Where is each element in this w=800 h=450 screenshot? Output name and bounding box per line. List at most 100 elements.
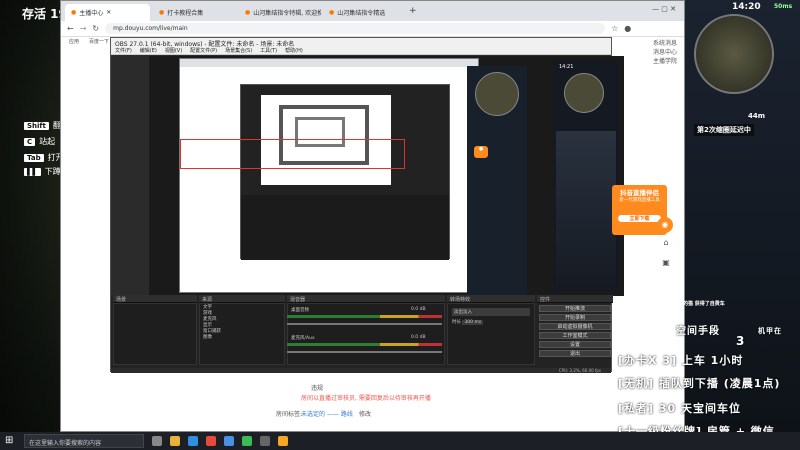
settings-button[interactable]: 设置 [539, 341, 611, 348]
card-subtitle: 新一代游戏直播工具 [619, 198, 660, 203]
volume-slider[interactable] [287, 321, 442, 327]
key-badge: Shift [24, 121, 49, 130]
tab-label: 打卡教程合集 [167, 10, 204, 17]
obs-icon[interactable] [260, 436, 270, 446]
nested-stream-col [467, 66, 527, 296]
menu-profile[interactable]: 配置文件(P) [190, 47, 217, 54]
url-input[interactable]: mp.douyu.com/live/main [105, 23, 606, 34]
tag-label: 房间标签: [276, 411, 303, 418]
profile-icon[interactable]: ● [624, 24, 631, 33]
side-link[interactable]: 消息中心 [653, 48, 677, 57]
reload-icon[interactable]: ↻ [92, 24, 99, 33]
prompt-number: 3 [736, 334, 746, 348]
tag-value[interactable]: 未选定的 —— 路线 [301, 409, 353, 418]
record-icon[interactable]: ◉ [657, 217, 673, 233]
key-badge: ▌▌ [24, 167, 41, 176]
star-icon[interactable]: ☆ [611, 24, 618, 33]
obs-docks: 场景 来源 文字 游戏 麦克风 显示 窗口捕获 图像 混音器 桌面音频 0.0 … [111, 295, 613, 373]
nested-capture [179, 58, 479, 293]
close-icon[interactable]: ✕ [106, 9, 111, 16]
transitions-header: 转场特效 [447, 295, 535, 303]
image-icon[interactable]: ▣ [659, 258, 673, 272]
side-link[interactable]: 主播学院 [653, 57, 677, 66]
nested-minimap [475, 72, 519, 116]
explorer-icon[interactable] [170, 436, 180, 446]
mixer-desktop-label: 桌面音频 [291, 308, 309, 313]
source-item[interactable]: 图像 [203, 335, 281, 341]
side-links: 系统消息 消息中心 主播学院 [653, 39, 677, 66]
obs-preview[interactable]: ● 14:21 [149, 56, 624, 296]
preview-minimap [564, 73, 604, 113]
task-view-icon[interactable] [152, 436, 162, 446]
hud-key-row: C 站起 [24, 136, 55, 147]
tab-special[interactable]: ● 山河集结指令特辑, 欢迎推荐 [239, 4, 321, 21]
edge-icon[interactable] [188, 436, 198, 446]
menu-tools[interactable]: 工具(T) [260, 47, 277, 54]
menu-view[interactable]: 视图(V) [165, 47, 182, 54]
obs-window: OBS 27.0.1 (64-bit, windows) - 配置文件: 未命名… [110, 37, 624, 373]
start-recording-button[interactable]: 开始录制 [539, 314, 611, 321]
transition-select[interactable]: 淡出淡入 [452, 308, 530, 316]
start-streaming-button[interactable]: 开始推流 [539, 305, 611, 312]
promo-line: [私者] 30 天宝间车位 [618, 402, 742, 415]
tab-bar: ● 主播中心 ✕ ● 打卡教程合集 ● 山河集结指令特辑, 欢迎推荐 ● 山河集… [61, 1, 684, 21]
edit-link[interactable]: 修改 [359, 409, 371, 418]
app-icon[interactable] [206, 436, 216, 446]
new-tab-icon[interactable]: + [409, 6, 417, 16]
zone-status: 第2次缩圈延迟中 [694, 124, 754, 136]
mixer-header: 混音器 [287, 295, 445, 303]
chrome-icon[interactable] [242, 436, 252, 446]
taskbar-search-input[interactable]: 在这里输入你要搜索的内容 [24, 434, 144, 448]
back-icon[interactable]: ← [67, 24, 74, 33]
taskbar: ⊞ 在这里输入你要搜索的内容 [0, 432, 800, 450]
mixer-mic-label: 麦克风/Aux [291, 336, 315, 341]
favicon-icon: ● [71, 9, 77, 16]
gift-notice: 用左轮的猫 获得了自费车 [668, 301, 725, 307]
home-icon[interactable]: ⌂ [659, 238, 673, 252]
card-download-button[interactable]: 立即下载 [618, 215, 661, 222]
studio-mode-button[interactable]: 工作室模式 [539, 332, 611, 339]
tab-label: 山河集结指令特辑, 欢迎推荐 [253, 10, 321, 17]
menu-edit[interactable]: 编辑(E) [140, 47, 157, 54]
app-icon[interactable] [278, 436, 288, 446]
sources-panel[interactable]: 文字 游戏 麦克风 显示 窗口捕获 图像 [199, 303, 285, 365]
sources-header: 来源 [199, 295, 285, 303]
prompt-title: 空间手段 [676, 326, 720, 337]
window-controls-icon[interactable]: — ▢ ✕ [652, 5, 676, 13]
start-icon[interactable]: ⊞ [5, 435, 13, 446]
virtual-camera-button[interactable]: 启动虚拟摄像机 [539, 323, 611, 330]
key-badge: Tab [24, 153, 44, 162]
bookmark-baidu[interactable]: 百度一下 [89, 38, 109, 46]
scenes-panel[interactable] [113, 303, 197, 365]
mixer-panel [287, 303, 445, 365]
promo-line: [无机] 插队到下播 (凌晨1点) [618, 377, 781, 390]
ping: 50ms [774, 3, 793, 10]
address-bar: ← → ↻ mp.douyu.com/live/main ☆ ● [61, 21, 684, 37]
tab-selected[interactable]: ● 山河集结指令精选 [323, 4, 405, 21]
volume-slider[interactable] [287, 349, 442, 355]
menu-scene-collection[interactable]: 场景集合(S) [225, 47, 252, 54]
menu-file[interactable]: 文件(F) [115, 47, 132, 54]
controls-header: 控件 [537, 295, 613, 303]
side-link[interactable]: 系统消息 [653, 39, 677, 48]
favicon-icon: ● [329, 9, 335, 16]
duration-input[interactable]: 300 ms [462, 320, 484, 325]
violation-notice: 房间以直播过审核员, 需要回复后以待审核再开播 [301, 395, 431, 402]
exit-button[interactable]: 退出 [539, 350, 611, 357]
nested-tabbar [180, 59, 478, 67]
preview-stream-art [556, 131, 616, 291]
obs-status-bar: CPU: 3.2%, 60.00 fps [111, 368, 611, 373]
forward-icon[interactable]: → [80, 24, 87, 33]
duration-label: 时长 [452, 320, 461, 325]
selection-box [180, 139, 405, 169]
violation-title: 违规 [311, 385, 324, 392]
bookmark-apps[interactable]: 应用 [69, 38, 79, 46]
menu-help[interactable]: 帮助(H) [285, 47, 303, 54]
tab-tutorial[interactable]: ● 打卡教程合集 [153, 4, 235, 21]
app-icon[interactable] [224, 436, 234, 446]
nested-orange-card: ● [474, 146, 488, 158]
tab-anchor-center[interactable]: ● 主播中心 ✕ [65, 4, 150, 21]
rank-label: 机甲在 [758, 327, 782, 335]
tab-label: 主播中心 [79, 10, 104, 17]
scenes-header: 场景 [113, 295, 197, 303]
